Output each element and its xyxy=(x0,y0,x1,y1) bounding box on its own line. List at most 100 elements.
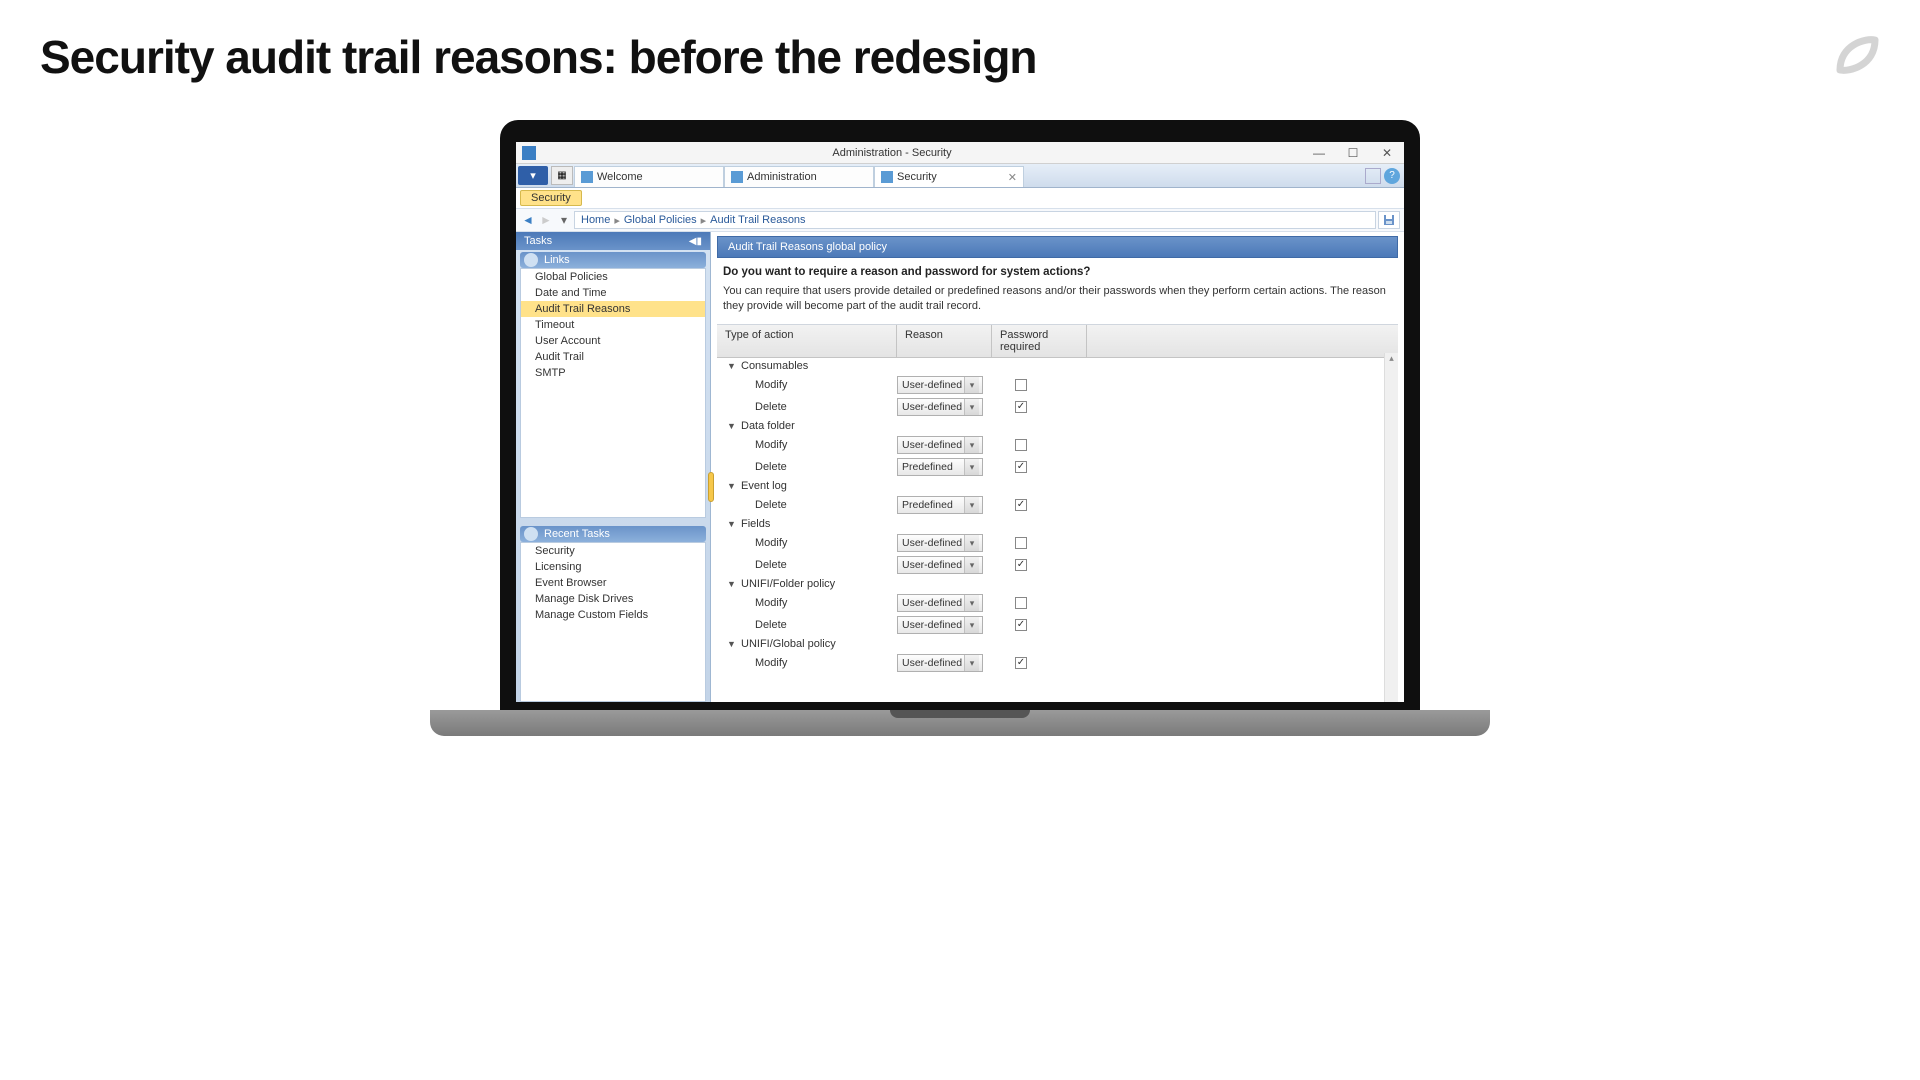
breadcrumb-segment[interactable]: Home xyxy=(581,214,610,226)
collapse-icon[interactable]: ◀▮ xyxy=(689,236,702,247)
layout-icon[interactable] xyxy=(1365,168,1381,184)
tab-security[interactable]: Security ✕ xyxy=(874,166,1024,187)
recent-tasks-header[interactable]: Recent Tasks xyxy=(520,526,706,542)
tasks-panel-header[interactable]: Tasks ◀▮ xyxy=(516,232,710,250)
reason-dropdown[interactable]: Predefined xyxy=(897,458,983,476)
password-required-checkbox[interactable]: ✓ xyxy=(1015,461,1027,473)
expand-icon[interactable]: ▼ xyxy=(727,639,737,649)
policy-description: You can require that users provide detai… xyxy=(723,284,1392,314)
tab-administration[interactable]: Administration xyxy=(724,166,874,187)
password-required-checkbox[interactable]: ✓ xyxy=(1015,619,1027,631)
expand-icon[interactable]: ▼ xyxy=(727,421,737,431)
scroll-up-icon[interactable]: ▴ xyxy=(1385,353,1398,367)
group-row[interactable]: ▼UNIFI/Global policy xyxy=(717,636,1398,652)
sidebar-link-user-account[interactable]: User Account xyxy=(521,333,705,349)
action-row: ModifyUser-defined xyxy=(717,374,1398,396)
brand-logo xyxy=(1830,30,1880,80)
tab-close-icon[interactable]: ✕ xyxy=(1008,171,1017,184)
tab-label: Welcome xyxy=(597,171,643,183)
reason-dropdown[interactable]: Predefined xyxy=(897,496,983,514)
reason-dropdown[interactable]: User-defined xyxy=(897,594,983,612)
help-icon[interactable]: ? xyxy=(1384,168,1400,184)
password-required-checkbox[interactable]: ✓ xyxy=(1015,401,1027,413)
splitter-handle[interactable] xyxy=(708,472,714,502)
expand-icon[interactable]: ▼ xyxy=(727,579,737,589)
reason-dropdown[interactable]: User-defined xyxy=(897,534,983,552)
sidebar-link-global-policies[interactable]: Global Policies xyxy=(521,269,705,285)
password-required-checkbox[interactable] xyxy=(1015,537,1027,549)
expand-icon[interactable]: ▼ xyxy=(727,361,737,371)
password-required-checkbox[interactable]: ✓ xyxy=(1015,559,1027,571)
nav-forward-icon[interactable]: ► xyxy=(538,212,554,228)
maximize-button[interactable]: ☐ xyxy=(1336,146,1370,160)
tab-icon xyxy=(581,171,593,183)
group-row[interactable]: ▼ Event log xyxy=(717,478,1398,494)
laptop-mockup: Administration - Security — ☐ ✕ ▾ ▦ Welc… xyxy=(500,120,1420,736)
reason-dropdown[interactable]: User-defined xyxy=(897,616,983,634)
sidebar-link-audit-trail[interactable]: Audit Trail xyxy=(521,349,705,365)
recent-task-manage-disk-drives[interactable]: Manage Disk Drives xyxy=(521,591,705,607)
reason-dropdown[interactable]: User-defined xyxy=(897,436,983,454)
view-grid-button[interactable]: ▦ xyxy=(551,166,573,185)
actions-grid: Type of action Reason Password required … xyxy=(717,324,1398,702)
sidebar-link-date-and-time[interactable]: Date and Time xyxy=(521,285,705,301)
breadcrumb-segment[interactable]: Global Policies xyxy=(624,214,697,226)
breadcrumb-separator-icon: ▸ xyxy=(614,214,620,227)
tab-label: Administration xyxy=(747,171,817,183)
save-icon[interactable] xyxy=(1378,211,1400,229)
sidebar-link-timeout[interactable]: Timeout xyxy=(521,317,705,333)
action-label: Modify xyxy=(755,597,897,609)
password-required-checkbox[interactable] xyxy=(1015,379,1027,391)
password-required-checkbox[interactable]: ✓ xyxy=(1015,657,1027,669)
action-row: DeletePredefined✓ xyxy=(717,456,1398,478)
window-title-bar: Administration - Security — ☐ ✕ xyxy=(516,142,1404,164)
reason-dropdown[interactable]: User-defined xyxy=(897,376,983,394)
group-name: Data folder xyxy=(741,420,795,432)
recent-task-manage-custom-fields[interactable]: Manage Custom Fields xyxy=(521,607,705,623)
action-row: ModifyUser-defined xyxy=(717,592,1398,614)
sidebar-link-audit-trail-reasons[interactable]: Audit Trail Reasons xyxy=(521,301,705,317)
app-menu-button[interactable]: ▾ xyxy=(518,166,548,185)
security-context-pill[interactable]: Security xyxy=(520,190,582,206)
links-section-header[interactable]: Links xyxy=(520,252,706,268)
nav-back-icon[interactable]: ◄ xyxy=(520,212,536,228)
group-name: Event log xyxy=(741,480,787,492)
reason-dropdown[interactable]: User-defined xyxy=(897,398,983,416)
tab-welcome[interactable]: Welcome xyxy=(574,166,724,187)
expand-icon[interactable]: ▼ xyxy=(727,519,737,529)
tab-icon xyxy=(731,171,743,183)
action-row: ModifyUser-defined xyxy=(717,434,1398,456)
group-row[interactable]: ▼ Data folder xyxy=(717,418,1398,434)
action-row: DeleteUser-defined ✓ xyxy=(717,554,1398,576)
action-row: DeletePredefined✓ xyxy=(717,494,1398,516)
sidebar: Tasks ◀▮ Links Global PoliciesDate and T… xyxy=(516,232,711,702)
column-header-reason[interactable]: Reason xyxy=(897,325,992,357)
column-header-action[interactable]: Type of action xyxy=(717,325,897,357)
breadcrumb-row: ◄ ► ▾ Home▸Global Policies▸Audit Trail R… xyxy=(516,208,1404,232)
recent-task-event-browser[interactable]: Event Browser xyxy=(521,575,705,591)
action-label: Delete xyxy=(755,559,897,571)
group-name: Consumables xyxy=(741,360,808,372)
recent-task-security[interactable]: Security xyxy=(521,543,705,559)
recent-task-licensing[interactable]: Licensing xyxy=(521,559,705,575)
expand-icon[interactable]: ▼ xyxy=(727,481,737,491)
group-row[interactable]: ▼Fields xyxy=(717,516,1398,532)
minimize-button[interactable]: — xyxy=(1302,146,1336,160)
group-row[interactable]: ▼ Consumables xyxy=(717,358,1398,374)
password-required-checkbox[interactable]: ✓ xyxy=(1015,499,1027,511)
breadcrumb[interactable]: Home▸Global Policies▸Audit Trail Reasons xyxy=(574,211,1376,229)
reason-dropdown[interactable]: User-defined xyxy=(897,556,983,574)
tab-label: Security xyxy=(897,171,937,183)
main-content: Audit Trail Reasons global policy Do you… xyxy=(711,232,1404,702)
nav-history-dropdown[interactable]: ▾ xyxy=(556,212,572,228)
password-required-checkbox[interactable] xyxy=(1015,439,1027,451)
action-label: Modify xyxy=(755,657,897,669)
breadcrumb-segment[interactable]: Audit Trail Reasons xyxy=(710,214,805,226)
group-row[interactable]: ▼UNIFI/Folder policy xyxy=(717,576,1398,592)
close-button[interactable]: ✕ xyxy=(1370,146,1404,160)
column-header-password[interactable]: Password required xyxy=(992,325,1087,357)
sidebar-link-smtp[interactable]: SMTP xyxy=(521,365,705,381)
vertical-scrollbar[interactable]: ▴ xyxy=(1384,353,1398,702)
password-required-checkbox[interactable] xyxy=(1015,597,1027,609)
reason-dropdown[interactable]: User-defined xyxy=(897,654,983,672)
